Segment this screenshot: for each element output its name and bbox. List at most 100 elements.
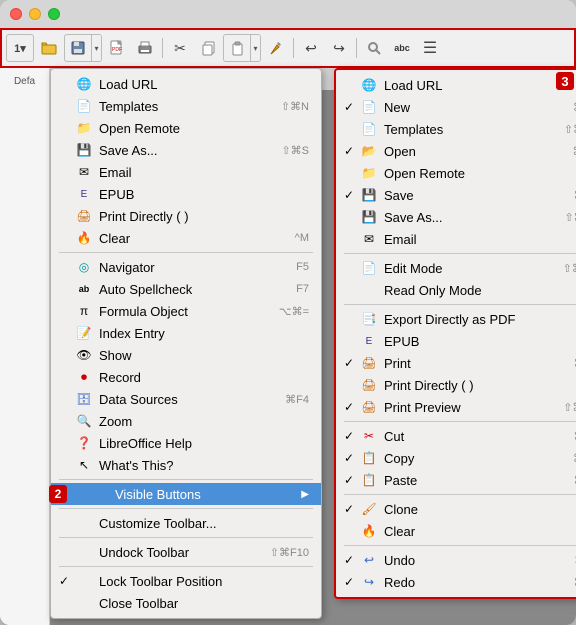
s-menu-item-read-only[interactable]: Read Only Mode: [336, 279, 576, 301]
menu-item-formula-object[interactable]: π Formula Object ⌥⌘=: [51, 300, 321, 322]
s-menu-item-save-as[interactable]: 💾 Save As... ⇧⌘S: [336, 206, 576, 228]
new-button[interactable]: 1▾: [7, 35, 33, 61]
s-menu-item-print-directly[interactable]: 🖨 Print Directly ( ): [336, 374, 576, 396]
menu-item-index-entry[interactable]: 📝 Index Entry: [51, 322, 321, 344]
s-menu-item-paste[interactable]: ✓ 📋 Paste ⌘V: [336, 469, 576, 491]
separator-e: [59, 566, 313, 567]
minimize-button[interactable]: [29, 8, 41, 20]
sidebar-toggle[interactable]: ☰: [417, 35, 443, 61]
maximize-button[interactable]: [48, 8, 60, 20]
s-new-icon: 📄: [360, 99, 378, 115]
paste-dropdown[interactable]: ▾: [250, 35, 260, 61]
s-menu-item-clear[interactable]: 🔥 Clear ^M: [336, 520, 576, 542]
svg-text:PDF: PDF: [112, 47, 122, 53]
s-menu-item-epub[interactable]: E EPUB: [336, 330, 576, 352]
s-menu-item-redo[interactable]: ✓ ↪ Redo ⌘Y: [336, 571, 576, 593]
s-clear-icon: 🔥: [360, 523, 378, 539]
copy-button[interactable]: [195, 35, 221, 61]
menu-item-show[interactable]: 👁 Show: [51, 344, 321, 366]
s-templates-icon: 📄: [360, 121, 378, 137]
s-menu-item-print[interactable]: ✓ 🖨 Print ⌘P: [336, 352, 576, 374]
secondary-context-menu: 3 🌐 Load URL ✓ 📄 New ⌘N 📄: [334, 68, 576, 599]
s-menu-item-cut[interactable]: ✓ ✂ Cut ⌘X: [336, 425, 576, 447]
s-print-preview-icon: 🖨: [360, 399, 378, 415]
menu-item-zoom[interactable]: 🔍 Zoom: [51, 410, 321, 432]
menu-item-open-remote[interactable]: 📁 Open Remote: [51, 117, 321, 139]
s-email-icon: ✉: [360, 231, 378, 247]
clone-formatting-button[interactable]: [263, 35, 289, 61]
menu-item-clear[interactable]: 🔥 Clear ^M: [51, 227, 321, 249]
separator-1: [162, 38, 163, 58]
close-button[interactable]: [10, 8, 22, 20]
customize-icon: [75, 515, 93, 531]
s-menu-item-email[interactable]: ✉ Email: [336, 228, 576, 250]
s-menu-item-edit-mode[interactable]: 📄 Edit Mode ⇧⌘M: [336, 257, 576, 279]
menu-item-print-directly[interactable]: 🖨 Print Directly ( ): [51, 205, 321, 227]
s-separator-a: [344, 253, 576, 254]
s-save-as-icon: 💾: [360, 209, 378, 225]
menu-item-save-as[interactable]: 💾 Save As... ⇧⌘S: [51, 139, 321, 161]
globe-icon: 🌐: [75, 76, 93, 92]
menu-item-epub[interactable]: E EPUB: [51, 183, 321, 205]
menu-item-libreoffice-help[interactable]: ❓ LibreOffice Help: [51, 432, 321, 454]
s-menu-item-undo[interactable]: ✓ ↩ Undo ⌘Z: [336, 549, 576, 571]
redo-button[interactable]: ↪: [326, 35, 352, 61]
clear-icon: 🔥: [75, 230, 93, 246]
menu-item-visible-buttons[interactable]: 2 Visible Buttons ▶: [51, 483, 321, 505]
s-menu-item-clone[interactable]: ✓ 🖌 Clone: [336, 498, 576, 520]
s-menu-item-print-preview[interactable]: ✓ 🖨 Print Preview ⇧⌘O: [336, 396, 576, 418]
find-button[interactable]: [361, 35, 387, 61]
pdf-button[interactable]: PDF: [104, 35, 130, 61]
menu-item-load-url[interactable]: 🌐 Load URL: [51, 73, 321, 95]
cut-button[interactable]: ✂: [167, 35, 193, 61]
s-separator-e: [344, 545, 576, 546]
menu-item-navigator[interactable]: ◎ Navigator F5: [51, 256, 321, 278]
show-icon: 👁: [75, 347, 93, 363]
document-area: Default 🌐 Load URL 📄 Templates ⇧⌘N: [50, 68, 576, 625]
s-menu-item-load-url[interactable]: 🌐 Load URL: [336, 74, 576, 96]
close-toolbar-icon: [75, 595, 93, 611]
s-paste-icon: 📋: [360, 472, 378, 488]
open-button[interactable]: [36, 35, 62, 61]
menu-item-email[interactable]: ✉ Email: [51, 161, 321, 183]
s-menu-item-open-remote[interactable]: 📁 Open Remote: [336, 162, 576, 184]
menu-item-record[interactable]: ⏺ Record: [51, 366, 321, 388]
paste-button[interactable]: [224, 35, 250, 61]
email-icon: ✉: [75, 164, 93, 180]
s-menu-item-open[interactable]: ✓ 📂 Open ⌘O: [336, 140, 576, 162]
menu-item-undock-toolbar[interactable]: Undock Toolbar ⇧⌘F10: [51, 541, 321, 563]
undock-icon: [75, 544, 93, 560]
s-menu-item-new[interactable]: ✓ 📄 New ⌘N: [336, 96, 576, 118]
s-menu-item-templates[interactable]: 📄 Templates ⇧⌘N: [336, 118, 576, 140]
print-button[interactable]: [132, 35, 158, 61]
s-separator-c: [344, 421, 576, 422]
navigator-icon: ◎: [75, 259, 93, 275]
separator-a: [59, 252, 313, 253]
app-window: 1▾ ▾ PDF ✂ ▾ ↩: [0, 0, 576, 625]
s-menu-item-export-pdf[interactable]: 📑 Export Directly as PDF: [336, 308, 576, 330]
separator-d: [59, 537, 313, 538]
open-remote-icon: 📁: [75, 120, 93, 136]
main-area: Defa Default 🌐 Load URL: [0, 68, 576, 625]
primary-context-menu: 🌐 Load URL 📄 Templates ⇧⌘N 📁 Open Remote: [50, 68, 322, 619]
formula-icon: π: [75, 303, 93, 319]
undo-button[interactable]: ↩: [298, 35, 324, 61]
menu-item-auto-spellcheck[interactable]: ab Auto Spellcheck F7: [51, 278, 321, 300]
menu-item-templates[interactable]: 📄 Templates ⇧⌘N: [51, 95, 321, 117]
main-toolbar: 1▾ ▾ PDF ✂ ▾ ↩: [0, 28, 576, 68]
data-sources-icon: 🗄: [75, 391, 93, 407]
s-menu-item-copy[interactable]: ✓ 📋 Copy ⌘C: [336, 447, 576, 469]
s-pdf-icon: 📑: [360, 311, 378, 327]
menu-item-close-toolbar[interactable]: Close Toolbar: [51, 592, 321, 614]
record-icon: ⏺: [75, 369, 93, 385]
menu-item-data-sources[interactable]: 🗄 Data Sources ⌘F4: [51, 388, 321, 410]
save-as-icon: 💾: [75, 142, 93, 158]
save-button[interactable]: [65, 35, 91, 61]
save-dropdown[interactable]: ▾: [91, 35, 101, 61]
menu-item-customize-toolbar[interactable]: Customize Toolbar...: [51, 512, 321, 534]
menu-item-whats-this[interactable]: ↖ What's This?: [51, 454, 321, 476]
s-edit-icon: 📄: [360, 260, 378, 276]
spellcheck-button[interactable]: abc: [389, 35, 415, 61]
menu-item-lock-toolbar[interactable]: ✓ Lock Toolbar Position: [51, 570, 321, 592]
s-menu-item-save[interactable]: ✓ 💾 Save ⌘S: [336, 184, 576, 206]
